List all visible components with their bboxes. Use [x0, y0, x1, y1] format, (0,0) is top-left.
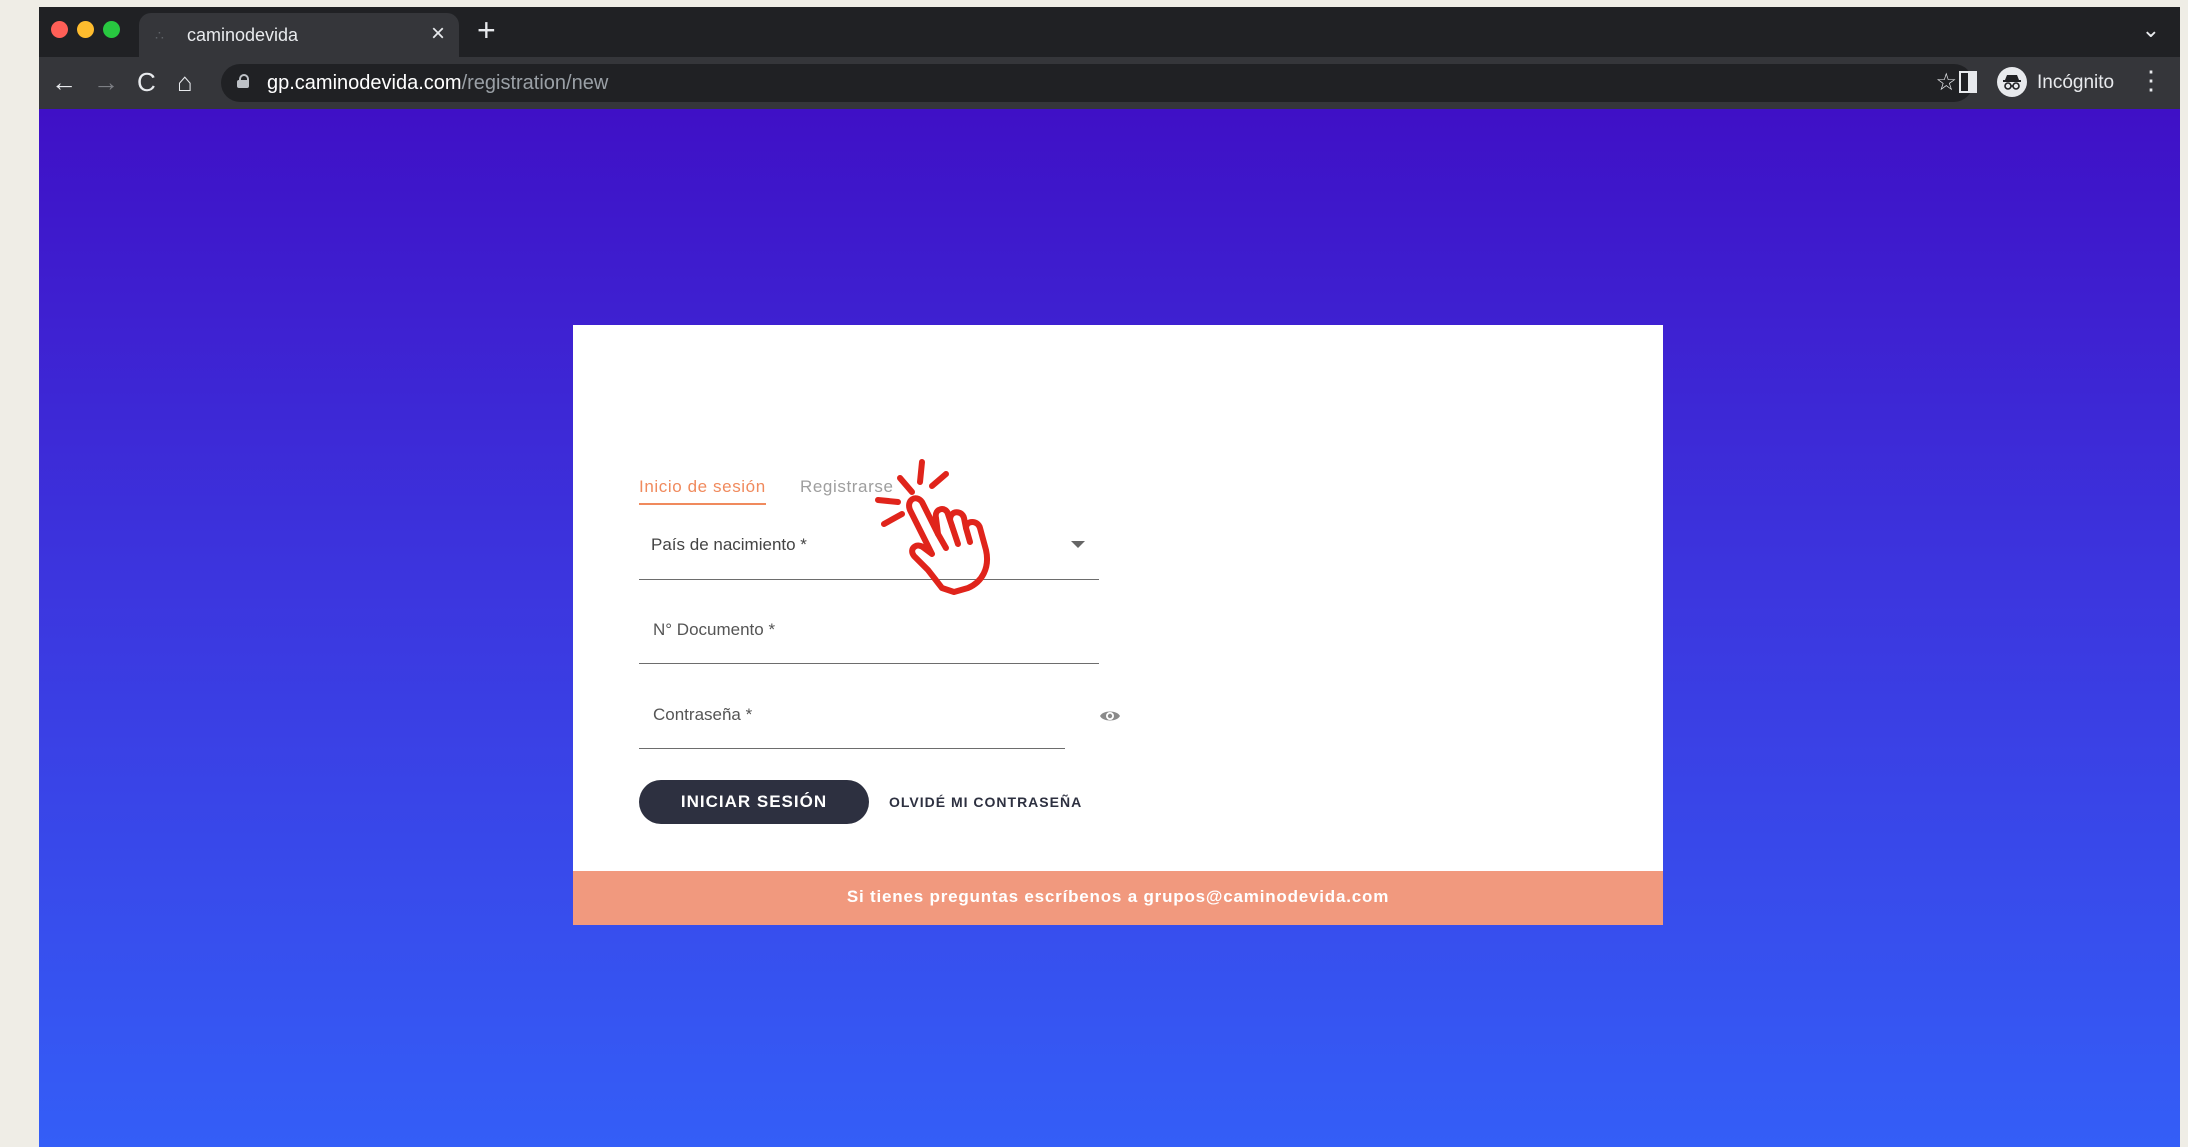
footer-contact-text: Si tienes preguntas escríbenos a grupos@…: [846, 887, 1390, 906]
tab-strip: ∴ caminodevida × + ⌄: [39, 7, 2180, 57]
menu-icon[interactable]: ⋮: [2138, 65, 2164, 95]
back-icon[interactable]: ←: [51, 67, 77, 97]
minimize-window-button[interactable]: [77, 21, 94, 38]
side-panel-icon[interactable]: [1959, 71, 1977, 93]
close-window-button[interactable]: [51, 21, 68, 38]
card-footer: Si tienes preguntas escríbenos a grupos@…: [573, 871, 1663, 925]
pointing-hand-icon: [875, 459, 990, 595]
browser-toolbar: ← → C ⌂ gp.caminodevida.com/registration…: [39, 57, 2180, 109]
star-icon[interactable]: ☆: [1935, 68, 1957, 97]
tab-favicon-icon: ∴: [155, 27, 164, 43]
page-background: Inicio de sesión Registrarse País de nac…: [39, 109, 2180, 1147]
incognito-icon: [1997, 67, 2027, 97]
login-card: Inicio de sesión Registrarse País de nac…: [573, 325, 1663, 925]
address-bar[interactable]: gp.caminodevida.com/registration/new ☆: [221, 64, 1973, 102]
forward-icon[interactable]: →: [93, 67, 119, 97]
document-field-container: [639, 605, 1099, 664]
url-host: gp.caminodevida.com: [267, 72, 462, 94]
home-icon[interactable]: ⌂: [177, 67, 193, 97]
url-text[interactable]: gp.caminodevida.com/registration/new: [267, 72, 608, 95]
password-input[interactable]: [651, 704, 1055, 726]
login-button[interactable]: INICIAR SESIÓN: [639, 780, 869, 824]
browser-window: ∴ caminodevida × + ⌄ ← → C ⌂ gp.caminode…: [39, 7, 2180, 1147]
browser-tab[interactable]: ∴ caminodevida ×: [139, 13, 459, 57]
reload-icon[interactable]: C: [137, 67, 156, 97]
tab-login[interactable]: Inicio de sesión: [639, 477, 766, 505]
tab-title: caminodevida: [187, 25, 299, 45]
close-icon[interactable]: ×: [431, 21, 445, 47]
plus-icon[interactable]: +: [477, 14, 496, 46]
document-input[interactable]: [651, 619, 1055, 641]
maximize-window-button[interactable]: [103, 21, 120, 38]
url-path: /registration/new: [461, 72, 609, 94]
incognito-label: Incógnito: [2037, 72, 2115, 93]
password-field-container: [639, 690, 1065, 749]
eye-icon[interactable]: [1099, 705, 1121, 727]
dropdown-arrow-icon[interactable]: [1071, 541, 1085, 548]
chevron-down-icon[interactable]: ⌄: [2142, 17, 2160, 43]
lock-icon[interactable]: [237, 74, 249, 88]
forgot-password-button[interactable]: OLVIDÉ MI CONTRASEÑA: [883, 780, 1088, 824]
login-card-body: Inicio de sesión Registrarse País de nac…: [573, 325, 1663, 871]
